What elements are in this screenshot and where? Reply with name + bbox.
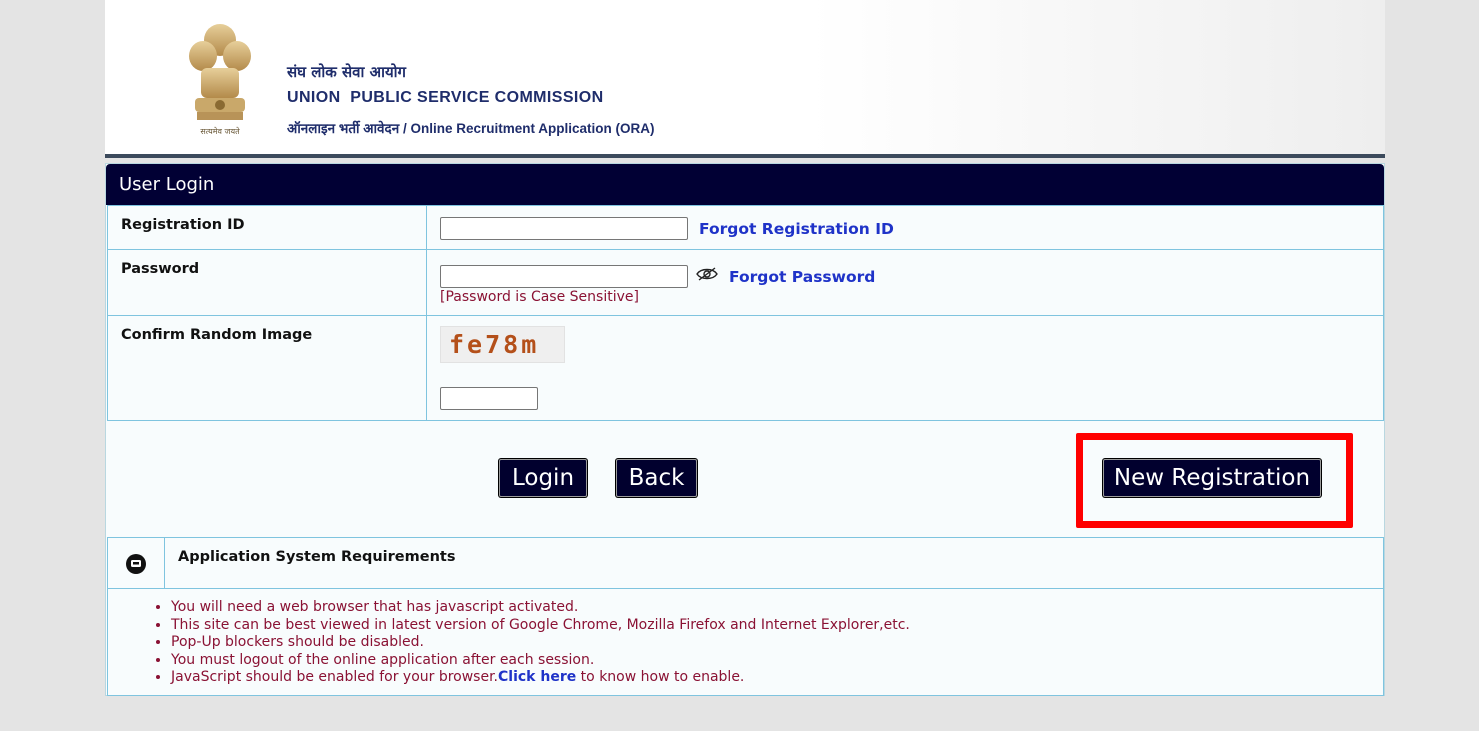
panel-header: User Login: [106, 164, 1384, 205]
requirement-js-text: JavaScript should be enabled for your br…: [171, 669, 499, 686]
emblem-motto: सत्यमेव जयते: [200, 126, 240, 136]
forgot-password-link[interactable]: Forgot Password: [729, 268, 875, 286]
header-title: UNION PUBLIC SERVICE COMMISSION: [287, 89, 604, 106]
captcha-text: fe78m: [449, 330, 540, 359]
login-form-table: Registration ID Forgot Registration ID P…: [107, 205, 1384, 421]
back-button[interactable]: Back: [616, 459, 697, 497]
registration-id-label: Registration ID: [121, 217, 245, 233]
requirements-table: Application System Requirements You will…: [107, 537, 1384, 696]
password-label: Password: [121, 261, 200, 277]
user-login-panel: User Login Registration ID Forgot Regist…: [105, 163, 1385, 696]
registration-row: Registration ID Forgot Registration ID: [107, 205, 1384, 250]
header-hindi-title: संघ लोक सेवा आयोग: [287, 63, 406, 81]
captcha-label: Confirm Random Image: [121, 327, 313, 343]
captcha-input[interactable]: [440, 387, 538, 410]
requirements-title: Application System Requirements: [178, 549, 456, 565]
collapse-circle-icon[interactable]: [125, 553, 147, 575]
password-row: Password Forgot Password [Password is Ca…: [107, 249, 1384, 316]
registration-id-input[interactable]: [440, 217, 688, 240]
requirement-item: Pop-Up blockers should be disabled.: [171, 634, 1383, 652]
click-here-link[interactable]: Click here: [498, 669, 576, 685]
forgot-registration-id-link[interactable]: Forgot Registration ID: [699, 220, 894, 238]
eye-slash-icon[interactable]: [695, 266, 719, 282]
requirement-js-suffix: to know how to enable.: [576, 669, 745, 686]
requirement-item: You will need a web browser that has jav…: [171, 599, 1383, 617]
header-subtitle: ऑनलाइन भर्ती आवेदन / Online Recruitment …: [287, 121, 655, 136]
password-case-note: [Password is Case Sensitive]: [440, 289, 639, 305]
login-button[interactable]: Login: [499, 459, 587, 497]
requirements-list: You will need a web browser that has jav…: [108, 589, 1383, 695]
panel-title: User Login: [119, 174, 215, 195]
page-container: सत्यमेव जयते संघ लोक सेवा आयोग UNION PUB…: [105, 0, 1385, 731]
password-input[interactable]: [440, 265, 688, 288]
requirement-item: This site can be best viewed in latest v…: [171, 617, 1383, 635]
requirements-header-row: Application System Requirements: [107, 537, 1384, 589]
requirement-item: JavaScript should be enabled for your br…: [171, 669, 1383, 687]
national-emblem-icon: सत्यमेव जयते: [189, 24, 251, 136]
new-registration-highlight: [1076, 433, 1353, 528]
requirements-list-row: You will need a web browser that has jav…: [107, 588, 1384, 696]
site-header: सत्यमेव जयते संघ लोक सेवा आयोग UNION PUB…: [105, 0, 1385, 154]
requirement-item: You must logout of the online applicatio…: [171, 652, 1383, 670]
captcha-row: Confirm Random Image fe78m: [107, 315, 1384, 421]
captcha-image: fe78m: [440, 326, 565, 363]
header-divider: [105, 154, 1385, 158]
requirements-toggle-cell[interactable]: [107, 537, 165, 589]
